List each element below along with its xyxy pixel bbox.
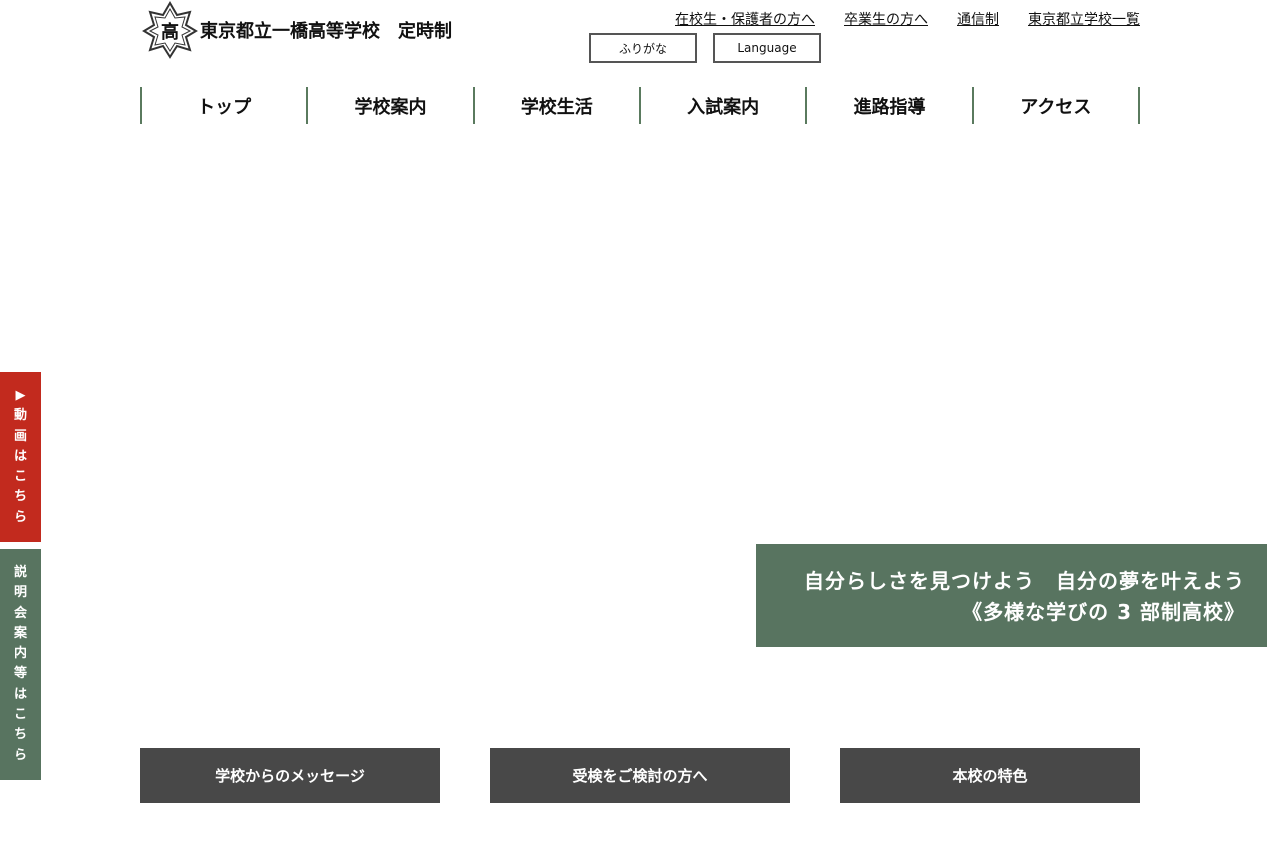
video-side-tab[interactable]: ▶ 動 画 は こ ち ら <box>0 372 41 542</box>
video-tab-char: 動 <box>13 408 27 424</box>
play-icon: ▶ <box>15 388 26 403</box>
utility-links: 在校生・保護者の方へ 卒業生の方へ 通信制 東京都立学校一覧 <box>675 9 1140 29</box>
info-tab-char: 説 <box>13 565 27 580</box>
nav-item-school-life[interactable]: 学校生活 <box>475 87 641 124</box>
school-features-button[interactable]: 本校の特色 <box>840 748 1140 803</box>
info-tab-char: ら <box>13 747 27 763</box>
video-tab-char: ら <box>13 509 27 525</box>
link-tokyo-schools[interactable]: 東京都立学校一覧 <box>1028 9 1140 29</box>
info-tab-char: 明 <box>13 585 27 601</box>
video-tab-char: は <box>13 448 27 464</box>
nav-item-access[interactable]: アクセス <box>974 87 1140 124</box>
global-nav: トップ 学校案内 学校生活 入試案内 進路指導 アクセス <box>140 87 1140 124</box>
prospective-students-button[interactable]: 受検をご検討の方へ <box>490 748 790 803</box>
school-emblem-icon[interactable]: 高 <box>142 1 198 59</box>
school-name[interactable]: 東京都立一橋高等学校 定時制 <box>200 17 452 43</box>
site-header: 高 東京都立一橋高等学校 定時制 在校生・保護者の方へ 卒業生の方へ 通信制 東… <box>140 0 1140 80</box>
hero-subtagline: 《多様な学びの 3 部制高校》 <box>962 600 1245 624</box>
info-tab-char: 等 <box>13 666 27 682</box>
info-tab-char: ち <box>13 727 27 743</box>
svg-text:高: 高 <box>161 21 179 43</box>
nav-item-about[interactable]: 学校案内 <box>308 87 475 124</box>
info-tab-char: 案 <box>13 625 27 641</box>
video-tab-char: 画 <box>13 428 27 444</box>
info-session-side-tab[interactable]: 説 明 会 案 内 等 は こ ち ら <box>0 549 41 780</box>
video-tab-char: こ <box>13 469 27 485</box>
language-button[interactable]: Language <box>713 33 821 63</box>
hero-caption: 自分らしさを見つけよう 自分の夢を叶えよう 《多様な学びの 3 部制高校》 <box>756 544 1267 647</box>
info-tab-char: 内 <box>13 646 27 662</box>
hero-tagline: 自分らしさを見つけよう 自分の夢を叶えよう <box>804 569 1245 593</box>
info-tab-char: こ <box>13 707 27 723</box>
link-correspondence[interactable]: 通信制 <box>957 9 999 29</box>
link-current-students[interactable]: 在校生・保護者の方へ <box>675 9 815 29</box>
furigana-button[interactable]: ふりがな <box>589 33 697 63</box>
link-graduates[interactable]: 卒業生の方へ <box>844 9 928 29</box>
info-tab-char: は <box>13 686 27 702</box>
nav-item-career[interactable]: 進路指導 <box>807 87 974 124</box>
nav-item-admissions[interactable]: 入試案内 <box>641 87 808 124</box>
info-tab-char: 会 <box>13 605 27 621</box>
message-from-school-button[interactable]: 学校からのメッセージ <box>140 748 440 803</box>
nav-item-top[interactable]: トップ <box>142 87 309 124</box>
video-tab-char: ち <box>13 489 27 505</box>
